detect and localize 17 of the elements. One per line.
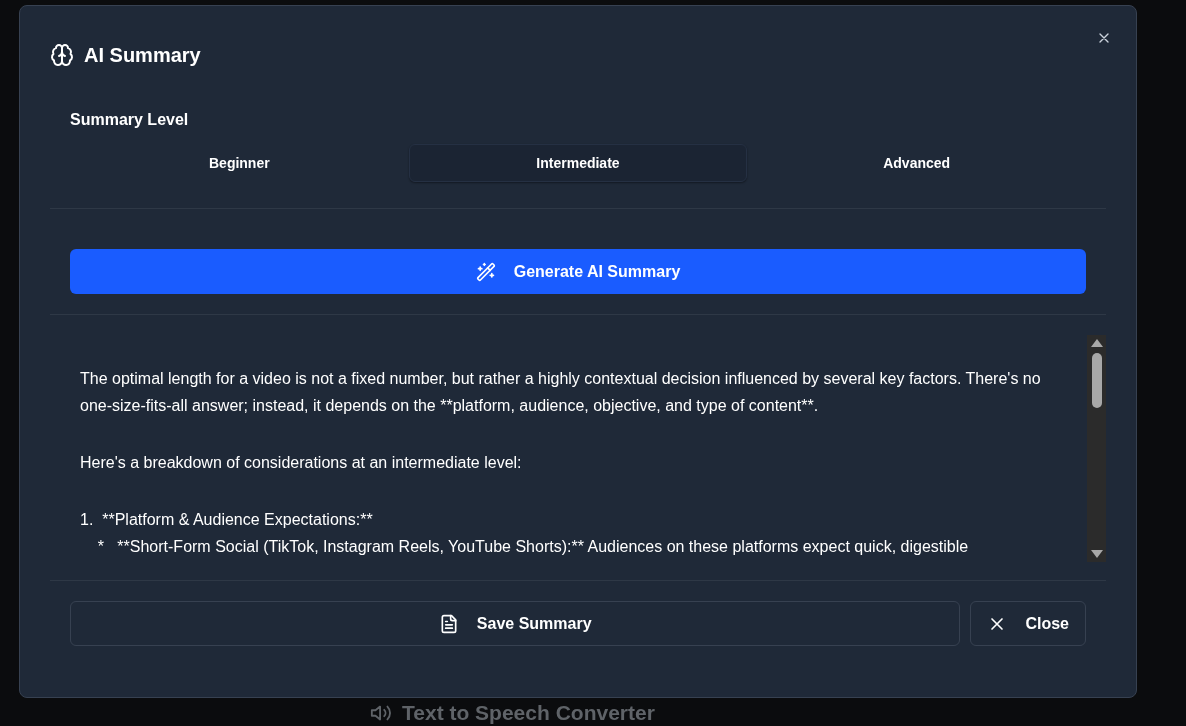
summary-paragraph: Here's a breakdown of considerations at an intermediate level: [80, 453, 523, 473]
summary-paragraph: 1. **Platform & Audience Expectations:** * **Short-Form Social (TikTok, Instagram Reels, YouTube Shorts):** Audiences on these platforms expect quick, digestible [80, 510, 970, 557]
scroll-down-icon[interactable] [1090, 550, 1103, 558]
field-label: Summary Level [70, 110, 190, 130]
level-tab[interactable]: Beginner [70, 144, 409, 182]
save-button[interactable]: Save Summary [70, 601, 961, 646]
brain-icon [50, 43, 74, 67]
page-heading: Text to Speech Converter [402, 701, 655, 725]
scroll-up-icon[interactable] [1090, 339, 1103, 347]
magic-wand-icon [475, 261, 496, 282]
summary-paragraph: The optimal length for a video is not a fixed number, but rather a highly contextual decision influenced by several key factors. There's no one-size-fits-all answer; instead, it depends on the **platform, audience, objective, and type of content**. [80, 369, 1042, 416]
level-tab[interactable]: Advanced [747, 144, 1086, 182]
modal-title: AI Summary [84, 43, 201, 67]
close-button[interactable]: Close [970, 601, 1086, 646]
level-tab[interactable]: Intermediate [408, 144, 748, 182]
generate-button[interactable]: Generate AI Summary [70, 249, 1086, 294]
scrollbar-thumb[interactable] [1091, 353, 1102, 408]
